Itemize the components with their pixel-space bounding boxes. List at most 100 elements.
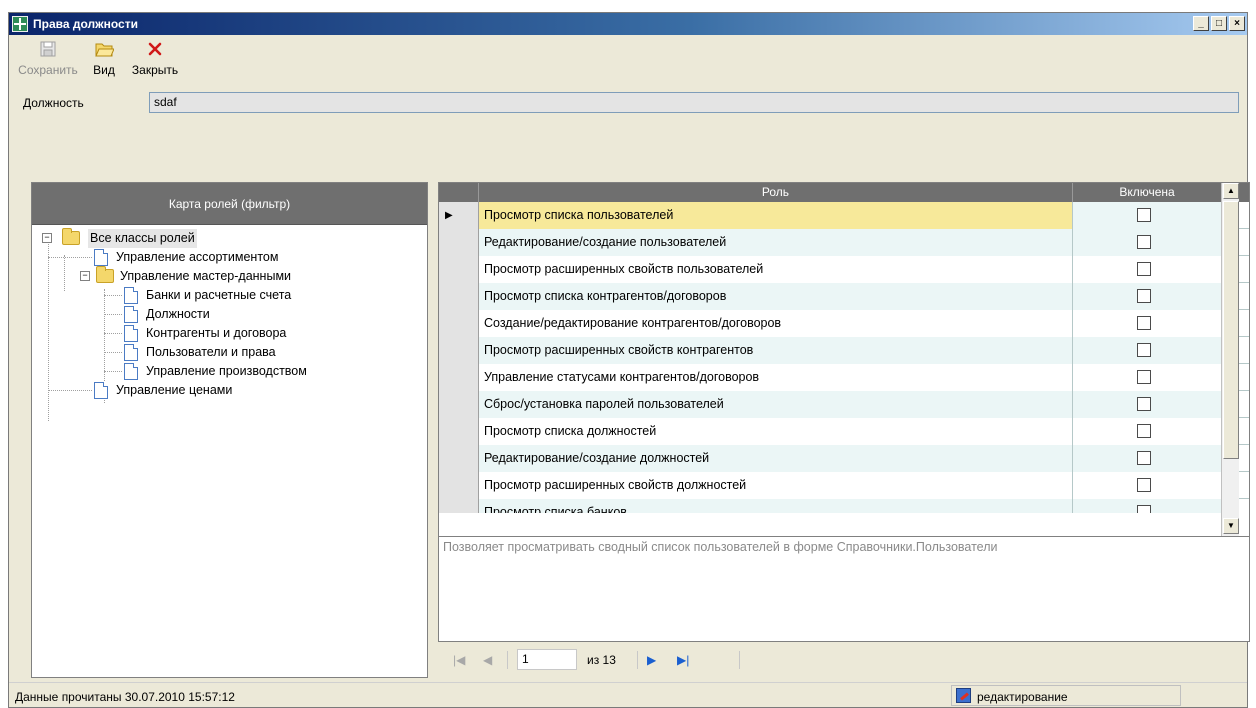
row-selector[interactable]: [439, 337, 479, 364]
collapse-icon[interactable]: −: [80, 271, 90, 281]
title-bar: Права должности _ □ ×: [9, 13, 1247, 35]
window-title: Права должности: [33, 17, 138, 31]
role-cell[interactable]: Просмотр расширенных свойств должностей: [479, 472, 1073, 499]
table-row[interactable]: Сброс/установка паролей пользователей: [439, 391, 1249, 418]
tree-item[interactable]: − Управление мастер-данными: [32, 266, 427, 286]
close-button[interactable]: Закрыть: [125, 39, 185, 77]
tree-item[interactable]: Управление ассортиментом: [32, 248, 427, 267]
enabled-checkbox[interactable]: [1137, 370, 1151, 384]
grid-header: Роль Включена: [439, 183, 1249, 202]
document-icon: [124, 287, 138, 304]
document-icon: [124, 344, 138, 361]
view-button[interactable]: Вид: [87, 39, 121, 77]
collapse-icon[interactable]: −: [42, 233, 52, 243]
save-button[interactable]: Сохранить: [17, 39, 79, 77]
close-window-button[interactable]: ×: [1229, 16, 1245, 31]
save-icon: [17, 39, 79, 59]
role-cell[interactable]: Просмотр расширенных свойств контрагенто…: [479, 337, 1073, 364]
role-cell[interactable]: Просмотр списка должностей: [479, 418, 1073, 445]
table-row[interactable]: Просмотр расширенных свойств контрагенто…: [439, 337, 1249, 364]
table-row[interactable]: Редактирование/создание должностей: [439, 445, 1249, 472]
enabled-checkbox[interactable]: [1137, 451, 1151, 465]
row-selector-header: [439, 183, 479, 202]
enabled-checkbox[interactable]: [1137, 505, 1151, 513]
enabled-checkbox[interactable]: [1137, 262, 1151, 276]
table-row[interactable]: Просмотр расширенных свойств пользовател…: [439, 256, 1249, 283]
column-header-enabled[interactable]: Включена: [1073, 183, 1221, 202]
enabled-checkbox[interactable]: [1137, 316, 1151, 330]
role-cell[interactable]: Создание/редактирование контрагентов/дог…: [479, 310, 1073, 337]
minimize-button[interactable]: _: [1193, 16, 1209, 31]
status-bar: Данные прочитаны 30.07.2010 15:57:12 ред…: [9, 682, 1247, 708]
enabled-checkbox[interactable]: [1137, 424, 1151, 438]
role-cell[interactable]: Просмотр списка контрагентов/договоров: [479, 283, 1073, 310]
main-window: Права должности _ □ × Сохранить Вид Закр…: [8, 12, 1250, 708]
row-selector[interactable]: [439, 283, 479, 310]
current-row-marker-icon: ▶: [439, 202, 479, 229]
role-cell[interactable]: Сброс/установка паролей пользователей: [479, 391, 1073, 418]
row-selector[interactable]: [439, 472, 479, 499]
tree-root[interactable]: − Все классы ролей: [32, 228, 427, 248]
position-label: Должность: [23, 96, 84, 110]
row-selector[interactable]: [439, 229, 479, 256]
table-row[interactable]: Просмотр списка контрагентов/договоров: [439, 283, 1249, 310]
pager: |◀ ◀ 1 из 13 ▶ ▶|: [449, 649, 749, 671]
position-field[interactable]: sdaf: [149, 92, 1239, 113]
tree-item[interactable]: Пользователи и права: [32, 343, 427, 362]
enabled-checkbox[interactable]: [1137, 235, 1151, 249]
toolbar: Сохранить Вид Закрыть: [9, 37, 1247, 81]
tree-item-label: Управление ассортиментом: [116, 250, 279, 264]
maximize-button[interactable]: □: [1211, 16, 1227, 31]
row-selector[interactable]: [439, 310, 479, 337]
scroll-thumb[interactable]: [1223, 201, 1239, 459]
tree-item[interactable]: Должности: [32, 305, 427, 324]
tree-item[interactable]: Управление ценами: [32, 381, 427, 400]
document-icon: [124, 363, 138, 380]
enabled-checkbox[interactable]: [1137, 208, 1151, 222]
scroll-down-icon[interactable]: ▼: [1223, 518, 1239, 534]
grid-vertical-scrollbar[interactable]: ▲ ▼: [1221, 183, 1239, 536]
enabled-checkbox[interactable]: [1137, 397, 1151, 411]
last-page-icon[interactable]: ▶|: [677, 653, 689, 667]
role-cell[interactable]: Просмотр списка пользователей: [479, 202, 1073, 229]
scroll-up-icon[interactable]: ▲: [1223, 183, 1239, 199]
folder-icon: [96, 266, 114, 283]
role-map-header: Карта ролей (фильтр): [32, 183, 427, 225]
row-selector[interactable]: [439, 364, 479, 391]
document-icon: [124, 325, 138, 342]
role-cell[interactable]: Просмотр списка банков: [479, 499, 1073, 513]
enabled-checkbox[interactable]: [1137, 343, 1151, 357]
page-number-input[interactable]: 1: [517, 649, 577, 670]
row-selector[interactable]: [439, 499, 479, 513]
close-icon: [125, 39, 185, 59]
tree-item[interactable]: Банки и расчетные счета: [32, 286, 427, 305]
table-row[interactable]: Управление статусами контрагентов/догово…: [439, 364, 1249, 391]
table-row[interactable]: Просмотр списка банков: [439, 499, 1249, 513]
tree-item-label: Управление производством: [146, 364, 307, 378]
column-header-role[interactable]: Роль: [479, 183, 1073, 202]
prev-page-icon[interactable]: ◀: [483, 653, 492, 667]
row-selector[interactable]: [439, 256, 479, 283]
row-selector[interactable]: [439, 445, 479, 472]
row-selector[interactable]: [439, 418, 479, 445]
role-cell[interactable]: Управление статусами контрагентов/догово…: [479, 364, 1073, 391]
role-cell[interactable]: Редактирование/создание должностей: [479, 445, 1073, 472]
folder-open-icon: [87, 39, 121, 59]
first-page-icon[interactable]: |◀: [453, 653, 465, 667]
close-label: Закрыть: [131, 63, 179, 77]
role-cell[interactable]: Просмотр расширенных свойств пользовател…: [479, 256, 1073, 283]
next-page-icon[interactable]: ▶: [647, 653, 656, 667]
role-cell[interactable]: Редактирование/создание пользователей: [479, 229, 1073, 256]
tree-item[interactable]: Управление производством: [32, 362, 427, 381]
enabled-checkbox[interactable]: [1137, 289, 1151, 303]
table-row[interactable]: Редактирование/создание пользователей: [439, 229, 1249, 256]
table-row[interactable]: Просмотр расширенных свойств должностей: [439, 472, 1249, 499]
table-row[interactable]: Просмотр списка должностей: [439, 418, 1249, 445]
tree-item-label: Управление ценами: [116, 383, 233, 397]
tree-item-label: Должности: [146, 307, 210, 321]
table-row[interactable]: Создание/редактирование контрагентов/дог…: [439, 310, 1249, 337]
enabled-checkbox[interactable]: [1137, 478, 1151, 492]
row-selector[interactable]: [439, 391, 479, 418]
table-row[interactable]: ▶ Просмотр списка пользователей: [439, 202, 1249, 229]
tree-item[interactable]: Контрагенты и договора: [32, 324, 427, 343]
